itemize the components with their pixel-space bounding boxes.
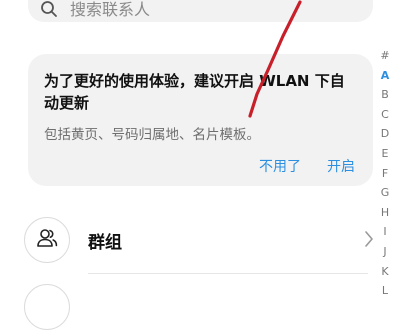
enable-button[interactable]: 开启 [327,156,355,176]
groups-row[interactable]: 群组 [24,212,374,268]
alphabet-index-item[interactable]: F [382,164,388,184]
contact-avatar[interactable] [24,284,70,330]
alphabet-index-item[interactable]: A [381,66,390,86]
wlan-update-card: 为了更好的使用体验，建议开启 WLAN 下自动更新 包括黄页、号码归属地、名片模… [28,54,373,186]
alphabet-index-item[interactable]: I [383,222,386,242]
alphabet-index-item[interactable]: # [380,46,389,66]
wlan-card-actions: 不用了 开启 [259,156,355,176]
wlan-card-description: 包括黄页、号码归属地、名片模板。 [44,127,260,143]
search-icon [40,0,58,18]
wlan-card-title: 为了更好的使用体验，建议开启 WLAN 下自动更新 [44,72,345,112]
group-avatar [24,217,70,263]
alphabet-index-item[interactable]: E [382,144,389,164]
alphabet-index-item[interactable]: D [381,124,389,144]
search-input[interactable] [70,0,330,19]
alphabet-index-item[interactable]: K [381,262,388,282]
alphabet-index-item[interactable]: J [383,242,386,262]
alphabet-index-item[interactable]: H [381,203,389,223]
alphabet-index-item[interactable]: G [381,183,390,203]
alphabet-index-item[interactable]: B [381,85,389,105]
search-bar[interactable] [28,0,373,22]
groups-label: 群组 [88,232,122,253]
chevron-right-icon [364,230,374,252]
alphabet-index-item[interactable]: C [381,105,389,125]
row-divider [88,273,368,274]
alphabet-index[interactable]: # A B C D E F G H I J K L [378,46,392,301]
alphabet-index-item[interactable]: L [382,281,388,301]
dismiss-button[interactable]: 不用了 [259,156,301,176]
group-icon [35,226,59,254]
